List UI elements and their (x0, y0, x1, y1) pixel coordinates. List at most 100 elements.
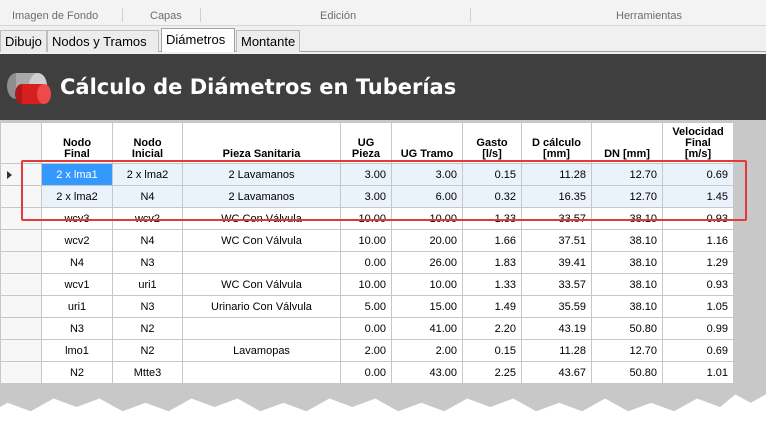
ribbon-group-edicion[interactable]: Edición (320, 10, 356, 22)
cell-d-calculo[interactable]: 43.67 (521, 361, 592, 384)
table-row[interactable]: 2 x lma2 N4 2 Lavamanos 3.00 6.00 0.32 16.35 12… (0, 185, 734, 208)
column-header-d-calculo[interactable]: D cálculo [mm] (521, 122, 592, 164)
row-header[interactable] (0, 295, 42, 318)
cell-ug-tramo[interactable]: 20.00 (391, 229, 463, 252)
cell-d-calculo[interactable]: 35.59 (521, 295, 592, 318)
cell-gasto[interactable]: 2.25 (462, 361, 522, 384)
cell-ug-pieza[interactable]: 3.00 (340, 185, 392, 208)
row-header[interactable] (0, 273, 42, 296)
cell-velocidad-final[interactable]: 0.93 (662, 207, 734, 230)
cell-gasto[interactable]: 1.33 (462, 207, 522, 230)
column-header-nodo-final[interactable]: Nodo Final (41, 122, 113, 164)
cell-velocidad-final[interactable]: 0.69 (662, 163, 734, 186)
cell-d-calculo[interactable]: 11.28 (521, 163, 592, 186)
cell-gasto[interactable]: 2.20 (462, 317, 522, 340)
cell-dn[interactable]: 38.10 (591, 207, 663, 230)
cell-pieza-sanitaria[interactable]: 2 Lavamanos (182, 163, 341, 186)
cell-ug-pieza[interactable]: 0.00 (340, 361, 392, 384)
cell-nodo-inicial[interactable]: N3 (112, 295, 183, 318)
cell-d-calculo[interactable]: 39.41 (521, 251, 592, 274)
row-header[interactable] (0, 163, 42, 186)
cell-gasto[interactable]: 0.15 (462, 163, 522, 186)
cell-nodo-inicial[interactable]: N2 (112, 317, 183, 340)
cell-velocidad-final[interactable]: 1.45 (662, 185, 734, 208)
cell-dn[interactable]: 38.10 (591, 295, 663, 318)
cell-ug-pieza[interactable]: 10.00 (340, 273, 392, 296)
cell-nodo-inicial[interactable]: wcv2 (112, 207, 183, 230)
column-header-gasto[interactable]: Gasto [l/s] (462, 122, 522, 164)
cell-dn[interactable]: 12.70 (591, 185, 663, 208)
column-header-ug-tramo[interactable]: UG Tramo (391, 122, 463, 164)
table-row[interactable]: wcv3 wcv2 WC Con Válvula 10.00 10.00 1.33 33.5… (0, 207, 734, 230)
row-header[interactable] (0, 361, 42, 384)
cell-dn[interactable]: 12.70 (591, 339, 663, 362)
cell-velocidad-final[interactable]: 0.69 (662, 339, 734, 362)
cell-nodo-inicial[interactable]: 2 x lma2 (112, 163, 183, 186)
cell-nodo-inicial[interactable]: N4 (112, 229, 183, 252)
cell-gasto[interactable]: 1.66 (462, 229, 522, 252)
table-row[interactable]: wcv2 N4 WC Con Válvula 10.00 20.00 1.66 37.51 3… (0, 229, 734, 252)
cell-nodo-final[interactable]: lmo1 (41, 339, 113, 362)
ribbon-group-capas[interactable]: Capas (150, 10, 182, 22)
table-row[interactable]: uri1 N3 Urinario Con Válvula 5.00 15.00 1.49 3… (0, 295, 734, 318)
row-header[interactable] (0, 251, 42, 274)
cell-velocidad-final[interactable]: 0.99 (662, 317, 734, 340)
cell-pieza-sanitaria[interactable]: WC Con Válvula (182, 273, 341, 296)
cell-ug-tramo[interactable]: 26.00 (391, 251, 463, 274)
column-header-dn[interactable]: DN [mm] (591, 122, 663, 164)
cell-dn[interactable]: 50.80 (591, 361, 663, 384)
table-row[interactable]: wcv1 uri1 WC Con Válvula 10.00 10.00 1.33 33.5… (0, 273, 734, 296)
cell-gasto[interactable]: 1.83 (462, 251, 522, 274)
cell-d-calculo[interactable]: 33.57 (521, 207, 592, 230)
cell-pieza-sanitaria[interactable] (182, 361, 341, 384)
cell-ug-pieza[interactable]: 10.00 (340, 207, 392, 230)
cell-dn[interactable]: 38.10 (591, 273, 663, 296)
cell-ug-tramo[interactable]: 15.00 (391, 295, 463, 318)
cell-pieza-sanitaria[interactable]: 2 Lavamanos (182, 185, 341, 208)
cell-d-calculo[interactable]: 33.57 (521, 273, 592, 296)
cell-pieza-sanitaria[interactable]: WC Con Válvula (182, 229, 341, 252)
cell-velocidad-final[interactable]: 1.05 (662, 295, 734, 318)
cell-nodo-inicial[interactable]: uri1 (112, 273, 183, 296)
cell-nodo-final[interactable]: N4 (41, 251, 113, 274)
table-row[interactable]: lmo1 N2 Lavamopas 2.00 2.00 0.15 11.28 12.70 0.6… (0, 339, 734, 362)
cell-nodo-final[interactable]: 2 x lma1 (41, 163, 113, 186)
cell-gasto[interactable]: 1.49 (462, 295, 522, 318)
cell-ug-pieza[interactable]: 5.00 (340, 295, 392, 318)
cell-nodo-final[interactable]: uri1 (41, 295, 113, 318)
cell-ug-pieza[interactable]: 0.00 (340, 251, 392, 274)
table-row[interactable]: N4 N3 0.00 26.00 1.83 39.41 38.10 1.29 (0, 251, 734, 274)
row-header[interactable] (0, 207, 42, 230)
cell-ug-tramo[interactable]: 10.00 (391, 273, 463, 296)
cell-dn[interactable]: 38.10 (591, 251, 663, 274)
tab-diametros[interactable]: Diámetros (161, 28, 235, 52)
cell-d-calculo[interactable]: 11.28 (521, 339, 592, 362)
cell-velocidad-final[interactable]: 1.01 (662, 361, 734, 384)
cell-nodo-final[interactable]: wcv3 (41, 207, 113, 230)
cell-ug-tramo[interactable]: 2.00 (391, 339, 463, 362)
cell-ug-tramo[interactable]: 41.00 (391, 317, 463, 340)
cell-ug-tramo[interactable]: 3.00 (391, 163, 463, 186)
cell-ug-pieza[interactable]: 0.00 (340, 317, 392, 340)
table-row[interactable]: N3 N2 0.00 41.00 2.20 43.19 50.80 0.99 (0, 317, 734, 340)
tab-dibujo[interactable]: Dibujo (0, 30, 47, 52)
cell-ug-tramo[interactable]: 10.00 (391, 207, 463, 230)
cell-d-calculo[interactable]: 37.51 (521, 229, 592, 252)
cell-dn[interactable]: 12.70 (591, 163, 663, 186)
cell-velocidad-final[interactable]: 1.16 (662, 229, 734, 252)
cell-nodo-final[interactable]: wcv2 (41, 229, 113, 252)
cell-dn[interactable]: 50.80 (591, 317, 663, 340)
cell-nodo-inicial[interactable]: N3 (112, 251, 183, 274)
cell-nodo-final[interactable]: wcv1 (41, 273, 113, 296)
cell-ug-pieza[interactable]: 3.00 (340, 163, 392, 186)
row-header[interactable] (0, 185, 42, 208)
tab-montante[interactable]: Montante (236, 30, 300, 52)
cell-nodo-final[interactable]: 2 x lma2 (41, 185, 113, 208)
cell-nodo-inicial[interactable]: N4 (112, 185, 183, 208)
cell-nodo-inicial[interactable]: N2 (112, 339, 183, 362)
cell-gasto[interactable]: 0.15 (462, 339, 522, 362)
cell-dn[interactable]: 38.10 (591, 229, 663, 252)
cell-velocidad-final[interactable]: 0.93 (662, 273, 734, 296)
cell-pieza-sanitaria[interactable]: WC Con Válvula (182, 207, 341, 230)
column-header-nodo-inicial[interactable]: Nodo Inicial (112, 122, 183, 164)
